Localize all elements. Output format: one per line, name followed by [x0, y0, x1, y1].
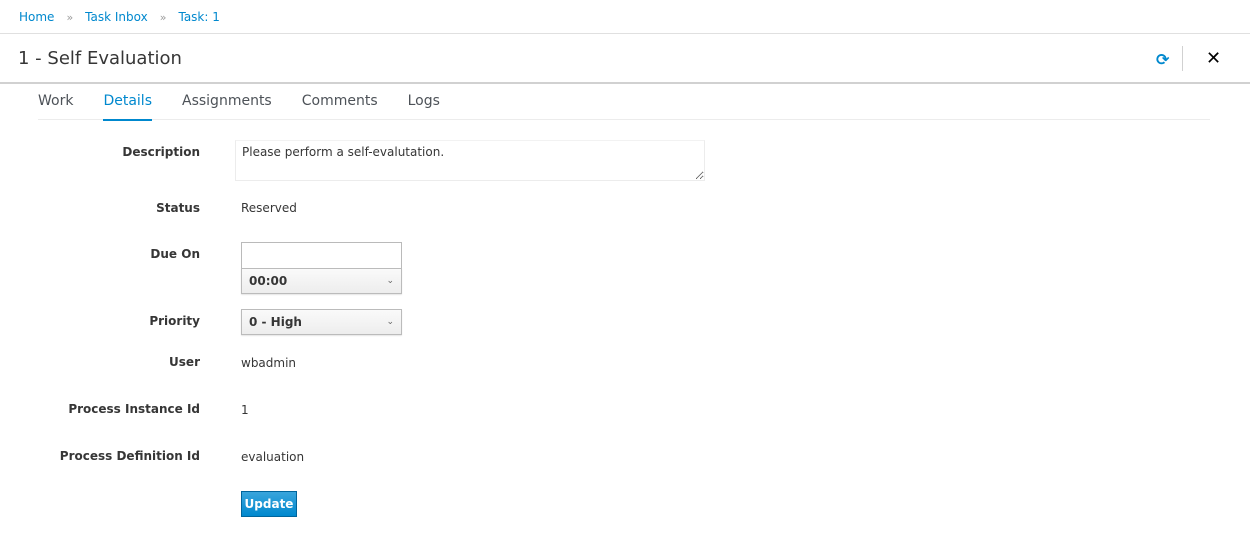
due-on-date-input[interactable]: [241, 242, 402, 269]
divider: [0, 82, 1250, 84]
process-definition-label: Process Definition Id: [59, 449, 200, 463]
page-title: 1 - Self Evaluation: [18, 48, 182, 69]
refresh-icon[interactable]: ⟳: [1156, 50, 1172, 69]
status-label: Status: [156, 201, 200, 215]
breadcrumb: Home » Task Inbox » Task: 1: [19, 10, 220, 24]
user-label: User: [169, 355, 200, 369]
chevron-down-icon: ⌄: [386, 276, 394, 286]
divider: [1182, 46, 1183, 71]
tab-details[interactable]: Details: [103, 93, 152, 121]
due-on-label: Due On: [150, 247, 200, 261]
description-textarea[interactable]: Please perform a self-evalutation.: [235, 140, 705, 181]
tab-bar: Work Details Assignments Comments Logs: [38, 93, 1210, 121]
breadcrumb-separator: »: [66, 10, 74, 24]
breadcrumb-home[interactable]: Home: [19, 10, 54, 24]
due-time-select[interactable]: 00:00 ⌄: [241, 268, 402, 294]
breadcrumb-task-inbox[interactable]: Task Inbox: [85, 10, 148, 24]
chevron-down-icon: ⌄: [386, 317, 394, 327]
process-instance-value: 1: [241, 403, 249, 417]
breadcrumb-separator: »: [159, 10, 167, 24]
tab-assignments[interactable]: Assignments: [182, 93, 272, 120]
close-icon[interactable]: ✕: [1206, 48, 1221, 69]
user-value: wbadmin: [241, 356, 297, 370]
tab-comments[interactable]: Comments: [302, 93, 378, 120]
description-label: Description: [122, 145, 200, 159]
tab-work[interactable]: Work: [38, 93, 73, 120]
status-value: Reserved: [241, 201, 297, 215]
priority-value: 0 - High: [249, 315, 302, 329]
due-time-value: 00:00: [249, 274, 288, 288]
tab-logs[interactable]: Logs: [408, 93, 440, 120]
process-instance-label: Process Instance Id: [68, 402, 200, 416]
update-button[interactable]: Update: [241, 491, 297, 517]
process-definition-value: evaluation: [241, 450, 305, 464]
priority-select[interactable]: 0 - High ⌄: [241, 309, 402, 335]
divider: [0, 33, 1250, 34]
priority-label: Priority: [149, 314, 200, 328]
breadcrumb-task[interactable]: Task: 1: [178, 10, 219, 24]
